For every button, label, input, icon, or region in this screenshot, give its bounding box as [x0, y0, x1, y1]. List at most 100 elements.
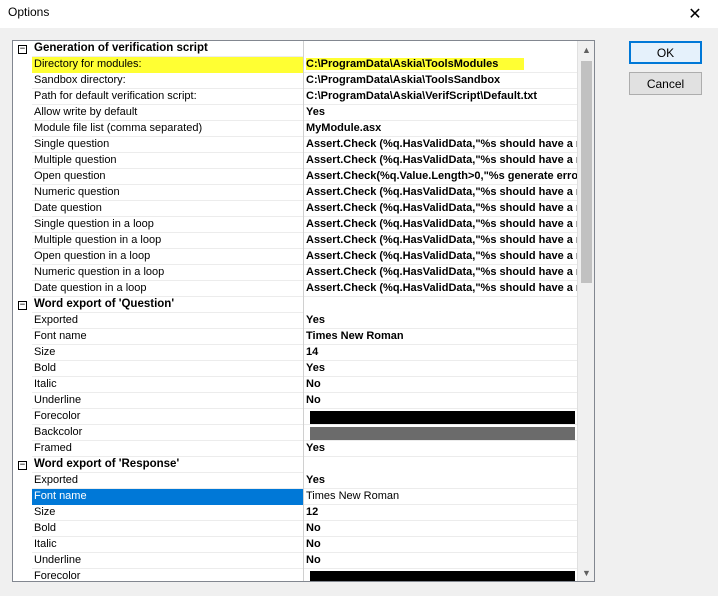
property-row[interactable]: Font name Times New Roman: [13, 329, 578, 345]
property-value[interactable]: Assert.Check (%q.HasValidData,"%s should…: [304, 249, 578, 265]
property-name[interactable]: Open question in a loop: [32, 249, 304, 265]
property-row[interactable]: Bold Yes: [13, 361, 578, 377]
property-row[interactable]: Numeric question Assert.Check (%q.HasVali…: [13, 185, 578, 201]
cancel-button[interactable]: Cancel: [629, 72, 702, 95]
property-value[interactable]: Yes: [304, 473, 578, 489]
property-name[interactable]: Framed: [32, 441, 304, 457]
property-value[interactable]: Times New Roman: [304, 489, 578, 505]
property-value[interactable]: 14: [304, 345, 578, 361]
color-swatch[interactable]: [310, 427, 575, 440]
ok-button[interactable]: OK: [629, 41, 702, 64]
property-name[interactable]: Single question in a loop: [32, 217, 304, 233]
property-name[interactable]: Allow write by default: [32, 105, 304, 121]
property-value[interactable]: No: [304, 393, 578, 409]
property-value[interactable]: C:\ProgramData\Askia\VerifScript\Default…: [304, 89, 578, 105]
property-value[interactable]: Assert.Check (%q.HasValidData,"%s should…: [304, 265, 578, 281]
property-name[interactable]: Italic: [32, 377, 304, 393]
property-name[interactable]: Forecolor: [32, 569, 304, 581]
close-icon[interactable]: ✕: [672, 0, 718, 28]
property-name[interactable]: Date question: [32, 201, 304, 217]
property-grid[interactable]: − Generation of verification script Direct…: [12, 40, 595, 582]
property-row[interactable]: Forecolor: [13, 569, 578, 581]
property-name[interactable]: Underline: [32, 393, 304, 409]
collapse-icon[interactable]: −: [18, 44, 27, 54]
property-name[interactable]: Module file list (comma separated): [32, 121, 304, 137]
property-value[interactable]: Assert.Check (%q.HasValidData,"%s should…: [304, 281, 578, 297]
category-row[interactable]: − Word export of 'Response': [13, 457, 578, 473]
property-row[interactable]: Underline No: [13, 553, 578, 569]
property-name[interactable]: Date question in a loop: [32, 281, 304, 297]
property-value[interactable]: MyModule.asx: [304, 121, 578, 137]
color-swatch[interactable]: [310, 571, 575, 581]
property-row[interactable]: Multiple question in a loop Assert.Check …: [13, 233, 578, 249]
property-name[interactable]: Open question: [32, 169, 304, 185]
property-row[interactable]: Date question in a loop Assert.Check (%q.…: [13, 281, 578, 297]
property-value[interactable]: Assert.Check (%q.HasValidData,"%s should…: [304, 137, 578, 153]
property-name[interactable]: Directory for modules:: [32, 57, 304, 73]
property-row[interactable]: Path for default verification script: C:\…: [13, 89, 578, 105]
property-row[interactable]: Directory for modules: C:\ProgramData\Ask…: [13, 57, 578, 73]
property-value[interactable]: [304, 569, 578, 581]
property-row[interactable]: Single question Assert.Check (%q.HasValid…: [13, 137, 578, 153]
color-swatch[interactable]: [310, 411, 575, 424]
category-row[interactable]: − Word export of 'Question': [13, 297, 578, 313]
property-name[interactable]: Exported: [32, 473, 304, 489]
property-value[interactable]: No: [304, 553, 578, 569]
property-name[interactable]: Numeric question in a loop: [32, 265, 304, 281]
property-row[interactable]: Sandbox directory: C:\ProgramData\Askia\T…: [13, 73, 578, 89]
property-name[interactable]: Size: [32, 505, 304, 521]
property-row[interactable]: Numeric question in a loop Assert.Check (…: [13, 265, 578, 281]
property-value[interactable]: 12: [304, 505, 578, 521]
property-row[interactable]: Allow write by default Yes: [13, 105, 578, 121]
property-row[interactable]: Open question Assert.Check(%q.Value.Lengt…: [13, 169, 578, 185]
property-value[interactable]: [304, 425, 578, 441]
property-name[interactable]: Font name: [32, 329, 304, 345]
vertical-scrollbar[interactable]: ▲ ▼: [577, 41, 594, 581]
property-value[interactable]: No: [304, 377, 578, 393]
property-name[interactable]: Sandbox directory:: [32, 73, 304, 89]
property-name[interactable]: Underline: [32, 553, 304, 569]
collapse-icon[interactable]: −: [18, 460, 27, 470]
property-value[interactable]: Assert.Check(%q.Value.Length>0,"%s gener…: [304, 169, 578, 185]
scroll-up-icon[interactable]: ▲: [578, 41, 594, 58]
property-name[interactable]: Font name: [32, 489, 304, 505]
property-value[interactable]: Yes: [304, 105, 578, 121]
property-name[interactable]: Path for default verification script:: [32, 89, 304, 105]
property-row[interactable]: Date question Assert.Check (%q.HasValidDa…: [13, 201, 578, 217]
property-row[interactable]: Underline No: [13, 393, 578, 409]
property-row[interactable]: Size 14: [13, 345, 578, 361]
property-row[interactable]: Module file list (comma separated) MyModu…: [13, 121, 578, 137]
property-name[interactable]: Single question: [32, 137, 304, 153]
property-name[interactable]: Forecolor: [32, 409, 304, 425]
property-row[interactable]: Bold No: [13, 521, 578, 537]
property-row[interactable]: Exported Yes: [13, 473, 578, 489]
scroll-thumb[interactable]: [581, 61, 592, 283]
property-name[interactable]: Italic: [32, 537, 304, 553]
collapse-icon[interactable]: −: [18, 300, 27, 310]
property-row[interactable]: Forecolor: [13, 409, 578, 425]
property-name[interactable]: Exported: [32, 313, 304, 329]
property-row[interactable]: Open question in a loop Assert.Check (%q.…: [13, 249, 578, 265]
property-row[interactable]: Italic No: [13, 377, 578, 393]
property-value[interactable]: C:\ProgramData\Askia\ToolsSandbox: [304, 73, 578, 89]
property-row[interactable]: Framed Yes: [13, 441, 578, 457]
property-name[interactable]: Backcolor: [32, 425, 304, 441]
property-value[interactable]: Assert.Check (%q.HasValidData,"%s should…: [304, 233, 578, 249]
property-value[interactable]: No: [304, 537, 578, 553]
property-name[interactable]: Bold: [32, 361, 304, 377]
property-name[interactable]: Size: [32, 345, 304, 361]
property-value[interactable]: No: [304, 521, 578, 537]
scroll-down-icon[interactable]: ▼: [578, 564, 594, 581]
property-name[interactable]: Multiple question in a loop: [32, 233, 304, 249]
property-row[interactable]: Font name Times New Roman: [13, 489, 578, 505]
property-value[interactable]: Times New Roman: [304, 329, 578, 345]
property-row[interactable]: Single question in a loop Assert.Check (%…: [13, 217, 578, 233]
property-row[interactable]: Italic No: [13, 537, 578, 553]
property-name[interactable]: Multiple question: [32, 153, 304, 169]
property-value[interactable]: Assert.Check (%q.HasValidData,"%s should…: [304, 201, 578, 217]
property-row[interactable]: Multiple question Assert.Check (%q.HasVal…: [13, 153, 578, 169]
property-value[interactable]: Assert.Check (%q.HasValidData,"%s should…: [304, 217, 578, 233]
property-value[interactable]: Yes: [304, 313, 578, 329]
property-row[interactable]: Size 12: [13, 505, 578, 521]
property-value[interactable]: Assert.Check (%q.HasValidData,"%s should…: [304, 153, 578, 169]
